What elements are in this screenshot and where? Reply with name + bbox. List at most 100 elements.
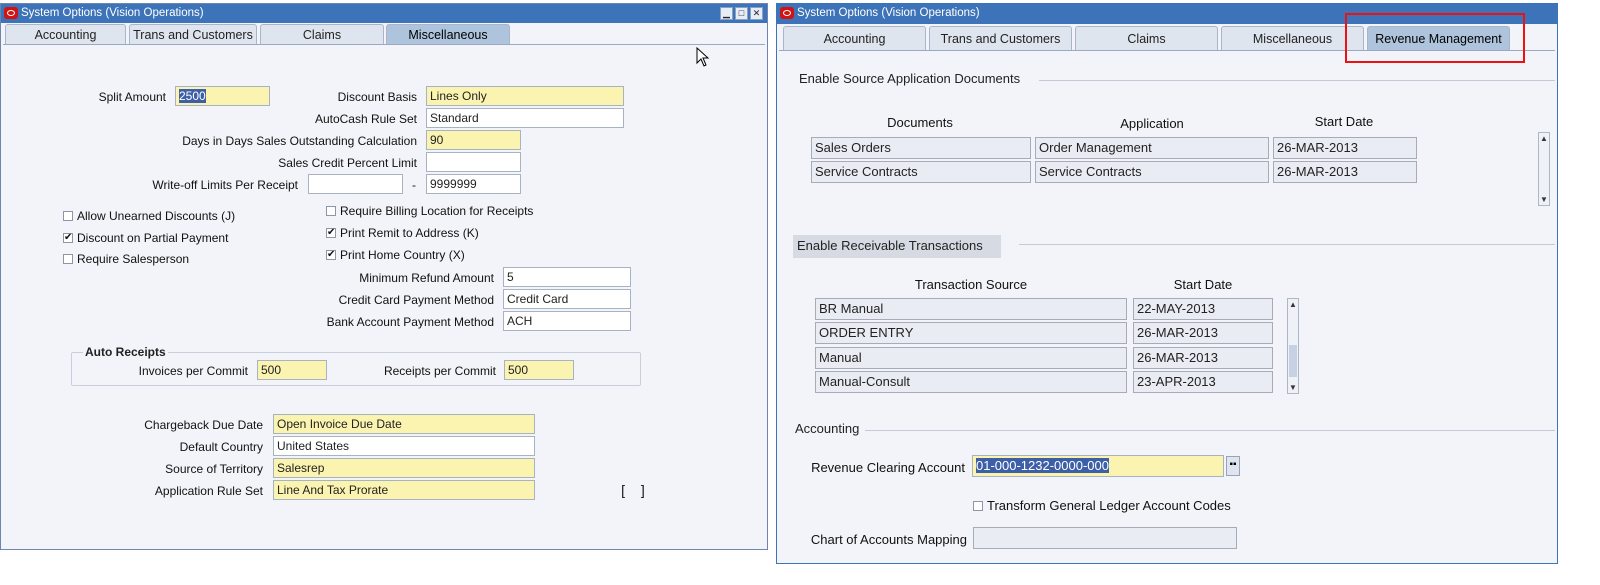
invoices-per-commit-label: Invoices per Commit (138, 364, 248, 378)
accounting-divider (865, 430, 1555, 431)
oracle-logo-icon (4, 7, 18, 19)
chargeback-due-date-field[interactable]: Open Invoice Due Date (273, 414, 535, 434)
require-billing-checkbox[interactable]: Require Billing Location for Receipts (326, 204, 533, 218)
writeoff-limits-label: Write-off Limits Per Receipt (152, 178, 298, 192)
discount-basis-label: Discount Basis (337, 90, 417, 104)
sales-credit-limit-label: Sales Credit Percent Limit (278, 156, 417, 170)
revenue-clearing-label: Revenue Clearing Account (811, 460, 965, 475)
tab-trans-and-customers[interactable]: Trans and Customers (929, 26, 1072, 50)
right-window-title: System Options (Vision Operations) (797, 7, 980, 19)
minimize-icon[interactable]: ▁ (720, 7, 733, 20)
tab-accounting[interactable]: Accounting (783, 26, 926, 50)
scroll-down-icon[interactable]: ▼ (1288, 383, 1298, 392)
source-docs-title: Enable Source Application Documents (799, 71, 1021, 86)
source-of-territory-field[interactable]: Salesrep (273, 458, 535, 478)
split-amount-label: Split Amount (98, 90, 166, 104)
doc-row-1-application[interactable]: Order Management (1035, 137, 1269, 159)
lov-button[interactable]: ▪▪ (1226, 456, 1240, 476)
allow-unearned-checkbox[interactable]: Allow Unearned Discounts (J) (63, 209, 235, 223)
invoices-per-commit-field[interactable]: 500 (257, 360, 327, 380)
receipts-per-commit-label: Receipts per Commit (383, 364, 496, 378)
application-rule-set-field[interactable]: Line And Tax Prorate (273, 480, 535, 500)
print-remit-box[interactable]: ✔ (326, 228, 336, 238)
rcv-row-2-start-date[interactable]: 26-MAR-2013 (1133, 322, 1273, 344)
rcv-row-1-source[interactable]: BR Manual (815, 298, 1127, 320)
writeoff-from-field[interactable] (308, 174, 403, 194)
left-title-bar[interactable]: System Options (Vision Operations) ▁ □ ✕ (1, 4, 767, 23)
tab-claims[interactable]: Claims (1075, 26, 1218, 50)
scroll-up-icon[interactable]: ▲ (1288, 300, 1298, 309)
scroll-down-icon[interactable]: ▼ (1539, 195, 1549, 204)
autocash-rule-set-label: AutoCash Rule Set (314, 112, 417, 126)
discount-partial-box[interactable]: ✔ (63, 233, 73, 243)
scroll-thumb[interactable] (1289, 345, 1297, 377)
source-docs-scrollbar[interactable]: ▲ ▼ (1538, 132, 1550, 206)
documents-header: Documents (887, 115, 953, 130)
scroll-up-icon[interactable]: ▲ (1539, 134, 1549, 143)
doc-row-2-document[interactable]: Service Contracts (811, 161, 1031, 183)
discount-basis-field[interactable]: Lines Only (426, 86, 624, 106)
descriptive-flexfield[interactable]: [ ] (616, 482, 656, 498)
coa-mapping-field[interactable] (973, 527, 1237, 549)
print-home-country-box[interactable]: ✔ (326, 250, 336, 260)
receivable-title: Enable Receivable Transactions (793, 235, 1001, 258)
accounting-title: Accounting (795, 421, 860, 436)
doc-row-2-start-date[interactable]: 26-MAR-2013 (1273, 161, 1417, 183)
maximize-icon[interactable]: □ (735, 7, 748, 20)
tab-miscellaneous[interactable]: Miscellaneous (1221, 26, 1364, 50)
transaction-source-header: Transaction Source (914, 277, 1028, 292)
days-dso-label: Days in Days Sales Outstanding Calculati… (182, 134, 417, 148)
cc-payment-method-field[interactable]: Credit Card (503, 289, 631, 309)
doc-row-1-start-date[interactable]: 26-MAR-2013 (1273, 137, 1417, 159)
min-refund-field[interactable]: 5 (503, 267, 631, 287)
days-dso-field[interactable]: 90 (426, 130, 521, 150)
print-remit-checkbox[interactable]: ✔ Print Remit to Address (K) (326, 226, 479, 240)
require-salesperson-checkbox[interactable]: Require Salesperson (63, 252, 189, 266)
oracle-logo-icon (780, 7, 794, 19)
transform-gl-checkbox[interactable]: Transform General Ledger Account Codes (973, 498, 1231, 513)
min-refund-label: Minimum Refund Amount (359, 271, 494, 285)
rcv-row-2-source[interactable]: ORDER ENTRY (815, 322, 1127, 344)
doc-row-2-application[interactable]: Service Contracts (1035, 161, 1269, 183)
source-of-territory-label: Source of Territory (165, 462, 263, 476)
require-salesperson-box[interactable] (63, 254, 73, 264)
application-header: Application (1120, 116, 1184, 131)
doc-row-1-document[interactable]: Sales Orders (811, 137, 1031, 159)
rcv-row-4-start-date[interactable]: 23-APR-2013 (1133, 371, 1273, 393)
tab-claims[interactable]: Claims (260, 24, 384, 44)
highlight-box (1345, 13, 1525, 63)
chargeback-due-date-label: Chargeback Due Date (144, 418, 263, 432)
rcv-row-1-start-date[interactable]: 22-MAY-2013 (1133, 298, 1273, 320)
autocash-rule-set-field[interactable]: Standard (426, 108, 624, 128)
print-home-country-checkbox[interactable]: ✔ Print Home Country (X) (326, 248, 465, 262)
split-amount-field[interactable]: 2500 (175, 86, 270, 106)
close-icon[interactable]: ✕ (750, 7, 763, 20)
left-window: System Options (Vision Operations) ▁ □ ✕… (0, 3, 768, 550)
bank-payment-method-label: Bank Account Payment Method (326, 315, 494, 329)
rcv-start-date-header: Start Date (1173, 277, 1233, 292)
writeoff-to-field[interactable]: 9999999 (426, 174, 521, 194)
right-window: System Options (Vision Operations) Accou… (776, 3, 1558, 564)
tab-miscellaneous[interactable]: Miscellaneous (386, 24, 510, 44)
tab-trans-and-customers[interactable]: Trans and Customers (129, 24, 257, 44)
mouse-cursor-icon (696, 47, 710, 67)
sales-credit-limit-field[interactable] (426, 152, 521, 172)
receivable-scrollbar[interactable]: ▲ ▼ (1287, 298, 1299, 394)
allow-unearned-box[interactable] (63, 211, 73, 221)
receivable-divider (1019, 244, 1555, 245)
require-billing-box[interactable] (326, 206, 336, 216)
rcv-row-4-source[interactable]: Manual-Consult (815, 371, 1127, 393)
receipts-per-commit-field[interactable]: 500 (504, 360, 574, 380)
split-amount-value: 2500 (179, 89, 206, 103)
bank-payment-method-field[interactable]: ACH (503, 311, 631, 331)
revenue-clearing-field[interactable]: 01-000-1232-0000-000 (972, 455, 1224, 477)
tab-accounting[interactable]: Accounting (5, 24, 126, 44)
discount-partial-checkbox[interactable]: ✔ Discount on Partial Payment (63, 231, 228, 245)
rcv-row-3-source[interactable]: Manual (815, 347, 1127, 369)
left-window-title: System Options (Vision Operations) (21, 7, 204, 19)
coa-mapping-label: Chart of Accounts Mapping (810, 532, 967, 547)
cc-payment-method-label: Credit Card Payment Method (338, 293, 494, 307)
rcv-row-3-start-date[interactable]: 26-MAR-2013 (1133, 347, 1273, 369)
transform-gl-box[interactable] (973, 500, 983, 511)
default-country-field[interactable]: United States (273, 436, 535, 456)
